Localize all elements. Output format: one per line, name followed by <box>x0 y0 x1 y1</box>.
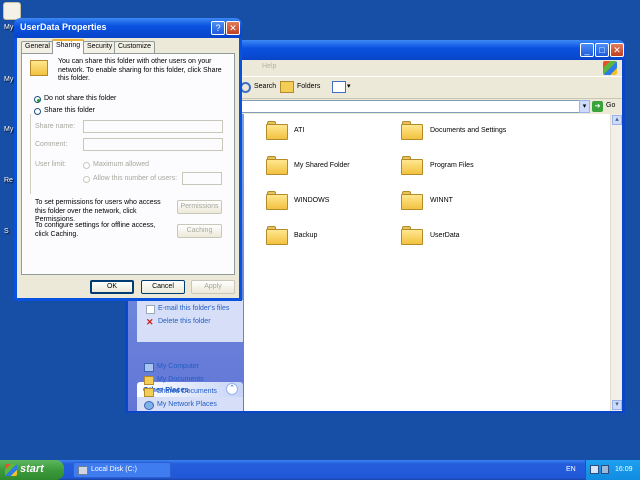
folders-icon <box>280 81 294 93</box>
user-limit-label: User limit: <box>35 161 67 168</box>
folder-icon <box>266 225 288 245</box>
permissions-text: To set permissions for users who access … <box>35 199 161 223</box>
sharing-intro-text: You can share this folder with other use… <box>58 58 222 82</box>
my-computer-link[interactable]: My Computer <box>157 363 199 370</box>
tab-security[interactable]: Security <box>83 41 117 53</box>
collapse-chevron-icon[interactable]: ⌃ <box>226 383 238 395</box>
menu-help[interactable]: Help <box>262 63 276 70</box>
help-button[interactable]: ? <box>211 21 225 35</box>
maximum-allowed-label[interactable]: Maximum allowed <box>93 161 149 170</box>
share-folder-radio[interactable] <box>34 108 41 115</box>
folder-label: WINDOWS <box>294 197 330 204</box>
folder-label: Documents and Settings <box>430 127 507 134</box>
system-tray: 16:09 <box>585 460 640 480</box>
desktop-icon-label-4[interactable]: Re <box>4 177 13 184</box>
folder-label: Backup <box>294 232 318 239</box>
folder-icon <box>401 155 423 175</box>
documents-icon <box>144 376 154 385</box>
close-button[interactable]: ✕ <box>610 43 624 57</box>
folders-button[interactable]: Folders <box>297 83 320 90</box>
go-button[interactable]: Go <box>606 102 615 109</box>
folder-label: WINNT <box>430 197 453 204</box>
properties-dialog: UserData Properties ? ✕ General Sharing … <box>14 18 242 301</box>
maximize-button[interactable]: □ <box>595 43 609 57</box>
share-name-input[interactable] <box>83 120 223 133</box>
delete-folder-link[interactable]: Delete this folder <box>158 318 211 325</box>
address-dropdown-icon[interactable]: ▾ <box>579 100 590 113</box>
taskbar: start Local Disk (C:) EN 16:09 <box>0 460 640 480</box>
my-documents-link[interactable]: My Documents <box>157 376 204 383</box>
language-indicator[interactable]: EN <box>566 466 576 473</box>
comment-label: Comment: <box>35 141 68 148</box>
scroll-up-icon[interactable]: ▴ <box>612 115 622 125</box>
scroll-down-icon[interactable]: ▾ <box>612 400 622 410</box>
share-folder-label[interactable]: Share this folder <box>44 107 95 116</box>
computer-icon <box>144 363 154 372</box>
folder-icon <box>401 120 423 140</box>
desktop-icon-label-5[interactable]: S <box>4 228 9 235</box>
do-not-share-radio[interactable] <box>34 96 41 103</box>
allow-number-radio[interactable] <box>83 176 90 183</box>
desktop-icon-label-2[interactable]: My <box>4 76 13 83</box>
folder-icon <box>266 120 288 140</box>
sharing-panel: You can share this folder with other use… <box>21 53 235 275</box>
user-count-stepper[interactable] <box>182 172 222 185</box>
dialog-body: General Sharing Security Customize You c… <box>17 38 239 298</box>
folder-icon <box>266 190 288 210</box>
tab-customize[interactable]: Customize <box>114 41 156 53</box>
search-button[interactable]: Search <box>254 83 276 90</box>
folder-label: UserData <box>430 232 460 239</box>
views-dropdown-icon[interactable]: ▾ <box>347 82 351 90</box>
share-name-label: Share name: <box>35 123 76 130</box>
dialog-title: UserData Properties <box>20 22 107 32</box>
folder-label: Program Files <box>430 162 474 169</box>
ok-button[interactable]: OK <box>90 280 134 294</box>
group-divider <box>30 114 31 194</box>
shared-folder-icon <box>266 155 288 175</box>
clock[interactable]: 16:09 <box>615 466 633 473</box>
delete-icon: ✕ <box>146 317 154 327</box>
folder-icon <box>144 388 154 397</box>
windows-logo-icon <box>603 61 617 75</box>
desktop-icon-label-3[interactable]: My <box>4 126 13 133</box>
start-label: start <box>20 463 44 475</box>
email-folder-link[interactable]: E-mail this folder's files <box>158 305 229 312</box>
dialog-close-button[interactable]: ✕ <box>226 21 240 35</box>
network-icon <box>144 401 154 410</box>
folder-icon <box>401 225 423 245</box>
folder-label: My Shared Folder <box>294 162 350 169</box>
my-network-places-link[interactable]: My Network Places <box>157 401 217 408</box>
shared-folder-icon <box>30 60 48 76</box>
network-tray-icon[interactable] <box>590 465 599 474</box>
start-button[interactable]: start <box>0 460 64 480</box>
cancel-button[interactable]: Cancel <box>141 280 185 294</box>
dialog-titlebar[interactable]: UserData Properties ? ✕ <box>14 18 242 38</box>
views-icon[interactable] <box>332 81 346 93</box>
comment-input[interactable] <box>83 138 223 151</box>
shared-documents-link[interactable]: Shared Documents <box>157 388 217 395</box>
allow-number-label[interactable]: Allow this number of users: <box>93 175 177 184</box>
go-arrow-icon[interactable]: ➜ <box>592 101 603 112</box>
folder-icon <box>401 190 423 210</box>
address-input[interactable] <box>236 100 582 113</box>
vertical-scrollbar[interactable]: ▴ ▾ <box>610 114 622 411</box>
tab-general[interactable]: General <box>21 41 54 53</box>
caching-button[interactable]: Caching <box>177 224 222 238</box>
drive-icon <box>78 466 88 475</box>
caching-text: To configure settings for offline access… <box>35 222 156 238</box>
do-not-share-label[interactable]: Do not share this folder <box>44 95 116 104</box>
mail-icon <box>146 305 155 314</box>
maximum-allowed-radio[interactable] <box>83 162 90 169</box>
tab-sharing[interactable]: Sharing <box>52 39 85 54</box>
volume-icon[interactable] <box>601 465 609 474</box>
windows-flag-icon <box>5 464 17 476</box>
permissions-button[interactable]: Permissions <box>177 200 222 214</box>
folder-label: ATI <box>294 127 305 134</box>
file-list <box>244 114 610 411</box>
taskbar-item-label: Local Disk (C:) <box>91 466 137 473</box>
minimize-button[interactable]: _ <box>580 43 594 57</box>
taskbar-item-local-disk[interactable]: Local Disk (C:) <box>73 462 171 478</box>
apply-button[interactable]: Apply <box>191 280 235 294</box>
